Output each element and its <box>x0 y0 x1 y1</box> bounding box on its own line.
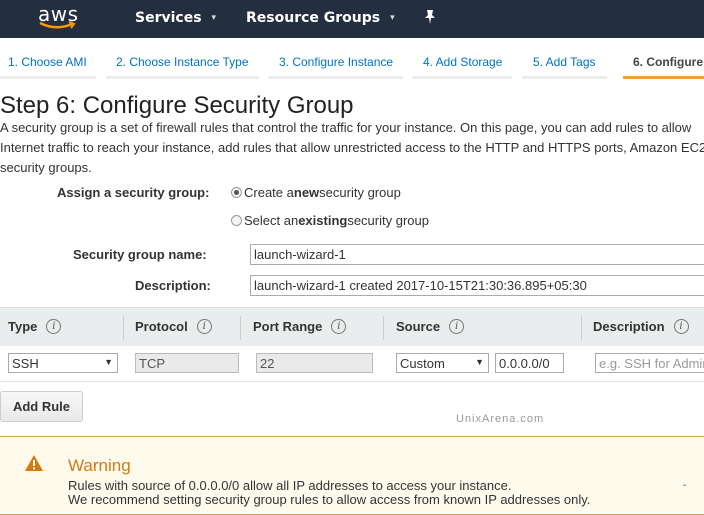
page-title: Step 6: Configure Security Group <box>0 92 354 119</box>
chevron-down-icon[interactable]: ˇ <box>683 484 686 495</box>
services-menu[interactable]: Services ▾ <box>135 10 216 26</box>
dropdown-arrow-icon: ▼ <box>475 357 484 367</box>
tab-underline <box>412 76 512 79</box>
column-divider <box>581 316 582 340</box>
tab-underline <box>0 76 96 79</box>
tab-choose-ami[interactable]: 1. Choose AMI <box>8 55 87 69</box>
info-icon[interactable]: i <box>449 319 465 334</box>
security-group-name-label: Security group name: <box>73 247 207 262</box>
page-description: A security group is a set of firewall ru… <box>0 120 704 175</box>
warning-line-1: Rules with source of 0.0.0.0/0 allow all… <box>68 478 512 493</box>
header-port-range-label: Port Range <box>253 319 323 334</box>
services-label: Services <box>135 10 202 26</box>
description-label: Description: <box>135 278 211 293</box>
source-select[interactable]: Custom ▼ <box>396 353 489 373</box>
add-rule-button[interactable]: Add Rule <box>0 391 83 422</box>
tab-choose-instance-type[interactable]: 2. Choose Instance Type <box>116 55 249 69</box>
radio-button-unchecked[interactable] <box>231 215 242 226</box>
aws-smile-icon <box>39 21 76 29</box>
tab-underline <box>522 76 607 79</box>
header-type: Type i <box>8 319 62 334</box>
header-port-range: Port Range i <box>253 319 347 334</box>
tab-underline <box>106 76 259 79</box>
type-select-value: SSH <box>12 356 39 371</box>
warning-title: Warning <box>68 456 131 475</box>
description-input[interactable]: launch-wizard-1 created 2017-10-15T21:30… <box>250 275 704 296</box>
warning-message: Rules with source of 0.0.0.0/0 allow all… <box>68 479 590 507</box>
type-select[interactable]: SSH ▼ <box>8 353 118 373</box>
column-divider <box>123 316 124 340</box>
column-divider <box>383 316 384 340</box>
aws-logo[interactable]: aws <box>38 2 82 32</box>
dropdown-arrow-icon: ▼ <box>104 357 113 367</box>
port-range-field: 22 <box>256 353 373 373</box>
column-divider <box>240 316 241 340</box>
radio-label-bold: new <box>293 185 320 200</box>
chevron-down-icon: ▾ <box>211 13 217 23</box>
watermark: UnixArena.com <box>456 413 545 425</box>
tab-underline <box>268 76 403 79</box>
active-tab-underline <box>623 76 704 79</box>
pin-icon[interactable] <box>423 9 437 29</box>
radio-button-checked[interactable] <box>231 187 242 198</box>
source-cidr-input[interactable]: 0.0.0.0/0 <box>495 353 564 373</box>
info-icon[interactable]: i <box>673 319 689 334</box>
header-description: Description i <box>593 319 689 334</box>
radio-select-existing-security-group[interactable]: Select an existing security group <box>231 213 429 228</box>
info-icon[interactable]: i <box>196 319 212 334</box>
protocol-field: TCP <box>135 353 239 373</box>
radio-label-text: security group <box>347 213 429 228</box>
warning-line-2: We recommend setting security group rule… <box>68 492 591 507</box>
rule-description-input[interactable]: e.g. SSH for Admin Desktop <box>595 353 704 373</box>
wizard-steps: 1. Choose AMI 2. Choose Instance Type 3.… <box>0 40 704 82</box>
info-icon[interactable]: i <box>46 319 62 334</box>
table-row: SSH ▼ TCP 22 Custom ▼ 0.0.0.0/0 e.g. SSH… <box>0 346 704 382</box>
resource-groups-label: Resource Groups <box>246 10 381 26</box>
header-description-label: Description <box>593 319 665 334</box>
tab-configure-security-group[interactable]: 6. Configure <box>633 55 703 69</box>
radio-label-text: Create a <box>244 185 294 200</box>
tab-add-tags[interactable]: 5. Add Tags <box>533 55 596 69</box>
resource-groups-menu[interactable]: Resource Groups ▾ <box>246 10 395 26</box>
header-type-label: Type <box>8 319 38 334</box>
chevron-down-icon: ▾ <box>390 13 395 23</box>
header-protocol-label: Protocol <box>135 319 188 334</box>
warning-icon <box>25 455 43 471</box>
radio-label-bold: existing <box>298 213 348 228</box>
rules-table-header: Type i Protocol i Port Range i Source i … <box>0 307 704 346</box>
security-group-name-input[interactable]: launch-wizard-1 <box>250 244 704 265</box>
tab-configure-instance[interactable]: 3. Configure Instance <box>279 55 393 69</box>
top-navigation-bar: aws Services ▾ Resource Groups ▾ <box>0 0 704 38</box>
warning-banner: Warning Rules with source of 0.0.0.0/0 a… <box>0 436 704 515</box>
header-source-label: Source <box>396 319 441 334</box>
source-select-value: Custom <box>400 356 445 371</box>
header-protocol: Protocol i <box>135 319 212 334</box>
tab-add-storage[interactable]: 4. Add Storage <box>423 55 502 69</box>
radio-label-text: Select an <box>244 213 299 228</box>
radio-label-text: security group <box>319 185 401 200</box>
assign-security-group-label: Assign a security group: <box>57 185 210 200</box>
header-source: Source i <box>396 319 465 334</box>
info-icon[interactable]: i <box>331 319 347 334</box>
radio-create-new-security-group[interactable]: Create a new security group <box>231 185 401 200</box>
